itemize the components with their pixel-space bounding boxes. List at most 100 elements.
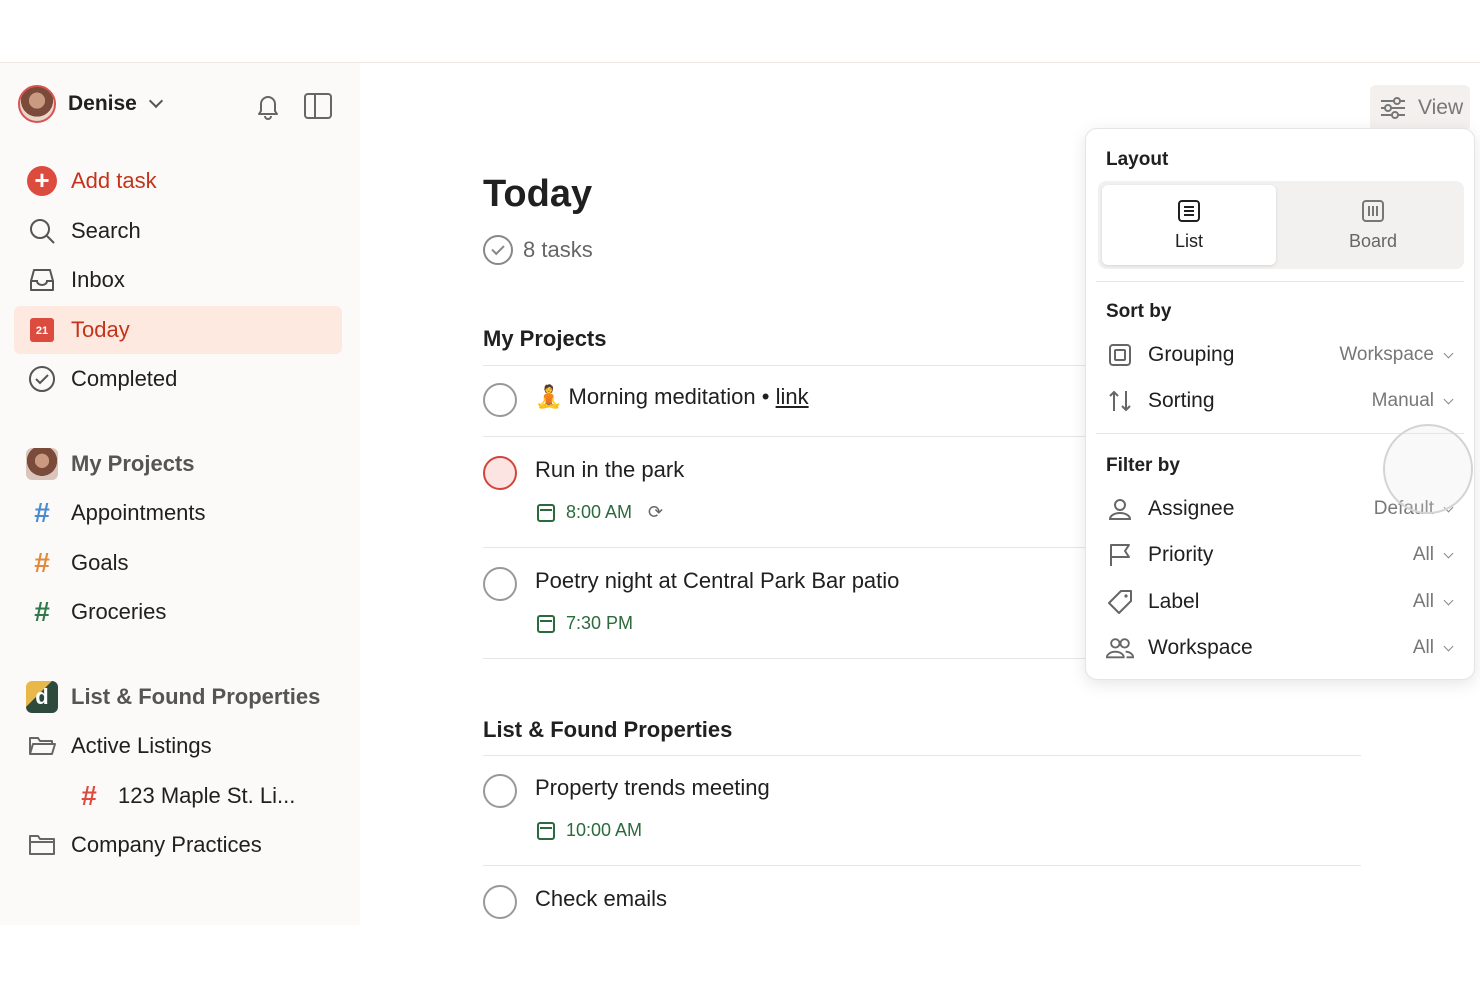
task-name: Run in the park <box>535 457 685 482</box>
sidebar-item-company-practices[interactable]: Company Practices <box>14 821 342 869</box>
sort-arrows-icon <box>1109 390 1131 412</box>
option-label: Assignee <box>1148 497 1235 520</box>
sidebar-item-goals[interactable]: # Goals <box>14 539 342 587</box>
grouping-select[interactable]: Workspace <box>1339 344 1454 366</box>
hash-icon: # <box>34 547 50 578</box>
folder-open-icon <box>29 737 56 755</box>
task-checkbox[interactable] <box>483 383 517 417</box>
task-due: 8:00 AM ⟳ <box>537 502 663 523</box>
priority-select[interactable]: All <box>1413 544 1454 566</box>
user-menu[interactable]: Denise <box>18 85 163 123</box>
option-label: Sorting <box>1148 389 1215 412</box>
plus-icon: + <box>27 166 57 196</box>
list-icon <box>1178 199 1200 222</box>
hash-icon: # <box>34 497 50 528</box>
option-label: Workspace <box>1148 636 1253 659</box>
add-task-button[interactable]: + Add task <box>14 157 342 205</box>
chevron-down-icon <box>1443 641 1454 651</box>
sidebar-item-active-listings[interactable]: Active Listings <box>14 722 342 770</box>
sidebar-item-label: Completed <box>71 366 178 391</box>
grouping-icon <box>1109 344 1131 366</box>
chevron-down-icon <box>1443 595 1454 605</box>
sidebar-item-label: Search <box>71 218 141 243</box>
option-label: Priority <box>1148 543 1214 566</box>
bell-icon[interactable] <box>254 91 282 121</box>
sidebar-section-my-projects[interactable]: My Projects <box>14 440 342 488</box>
task-name: 🧘 Morning meditation • link <box>535 384 809 409</box>
task-time: 10:00 AM <box>566 820 643 840</box>
sidebar-section-label: List & Found Properties <box>71 684 321 709</box>
filter-priority-row[interactable]: Priority All <box>1106 537 1454 573</box>
calendar-icon: 21 <box>30 318 54 342</box>
layout-heading: Layout <box>1106 149 1169 170</box>
option-label: Label <box>1148 590 1200 613</box>
group-title-my-projects: My Projects <box>483 326 607 351</box>
sidebar-item-appointments[interactable]: # Appointments <box>14 489 342 537</box>
sorting-select[interactable]: Manual <box>1372 390 1454 412</box>
task-name: Property trends meeting <box>535 775 770 800</box>
task-item[interactable]: Property trends meeting 10:00 AM <box>483 774 1361 864</box>
sidebar-item-today[interactable]: 21 Today <box>14 306 342 354</box>
check-circle-icon <box>483 235 513 265</box>
calendar-icon <box>537 503 555 522</box>
group-title-list-found: List & Found Properties <box>483 717 733 742</box>
sort-sorting-row[interactable]: Sorting Manual <box>1106 383 1454 419</box>
folder-icon <box>29 835 55 855</box>
avatar <box>18 85 56 123</box>
meditation-emoji-icon: 🧘 <box>535 384 563 409</box>
chevron-down-icon <box>1443 348 1454 358</box>
sidebar-item-groceries[interactable]: # Groceries <box>14 588 342 636</box>
task-item[interactable]: Check emails <box>483 885 1361 925</box>
hash-icon: # <box>34 596 50 627</box>
task-count-label: 8 tasks <box>523 237 593 262</box>
task-link[interactable]: link <box>776 384 809 409</box>
filter-label-row[interactable]: Label All <box>1106 584 1454 620</box>
task-checkbox[interactable] <box>483 774 517 808</box>
sort-grouping-row[interactable]: Grouping Workspace <box>1106 337 1454 373</box>
toggle-sidebar-icon[interactable] <box>304 93 332 119</box>
chevron-down-icon <box>1443 548 1454 558</box>
task-checkbox[interactable] <box>483 567 517 601</box>
task-checkbox[interactable] <box>483 456 517 490</box>
user-name: Denise <box>68 92 137 115</box>
workspace-select[interactable]: All <box>1413 637 1454 659</box>
tag-icon <box>1108 590 1132 614</box>
sidebar-item-label: Groceries <box>71 599 167 624</box>
task-due: 7:30 PM <box>537 613 633 634</box>
chevron-down-icon <box>148 93 163 109</box>
divider <box>483 755 1361 756</box>
chevron-down-icon <box>1443 394 1454 404</box>
layout-list-option[interactable]: List <box>1102 185 1276 265</box>
layout-option-label: List <box>1174 230 1203 251</box>
filter-workspace-row[interactable]: Workspace All <box>1106 630 1454 666</box>
sidebar-item-completed[interactable]: Completed <box>14 355 342 403</box>
layout-board-option[interactable]: Board <box>1286 185 1460 265</box>
sidebar-item-label: Inbox <box>71 267 125 292</box>
task-time: 7:30 PM <box>566 613 634 633</box>
divider <box>483 865 1361 866</box>
task-checkbox[interactable] <box>483 885 517 919</box>
project-avatar <box>26 448 58 480</box>
sidebar-item-label: 123 Maple St. Li... <box>118 783 296 808</box>
sidebar-section-workspace[interactable]: d List & Found Properties <box>14 673 342 721</box>
view-button[interactable]: View <box>1370 85 1470 131</box>
flag-icon <box>1110 544 1130 566</box>
divider <box>1096 281 1464 282</box>
sliders-icon <box>1381 97 1405 119</box>
sidebar-item-maple-st[interactable]: # 123 Maple St. Li... <box>14 772 342 820</box>
filter-heading: Filter by <box>1106 455 1180 476</box>
repeat-icon: ⟳ <box>648 502 664 522</box>
sidebar-item-label: Appointments <box>71 500 206 525</box>
sidebar-item-label: Company Practices <box>71 832 262 857</box>
sidebar-section-label: My Projects <box>71 451 195 476</box>
cursor-highlight <box>1383 424 1473 514</box>
page-title: Today <box>483 173 593 215</box>
option-label: Grouping <box>1148 343 1235 366</box>
sidebar-item-label: Active Listings <box>71 733 212 758</box>
board-icon <box>1362 199 1384 222</box>
calendar-icon <box>537 821 555 840</box>
sidebar-item-inbox[interactable]: Inbox <box>14 256 342 304</box>
label-select[interactable]: All <box>1413 591 1454 613</box>
sidebar-item-search[interactable]: Search <box>14 207 342 255</box>
view-button-label: View <box>1418 96 1464 119</box>
